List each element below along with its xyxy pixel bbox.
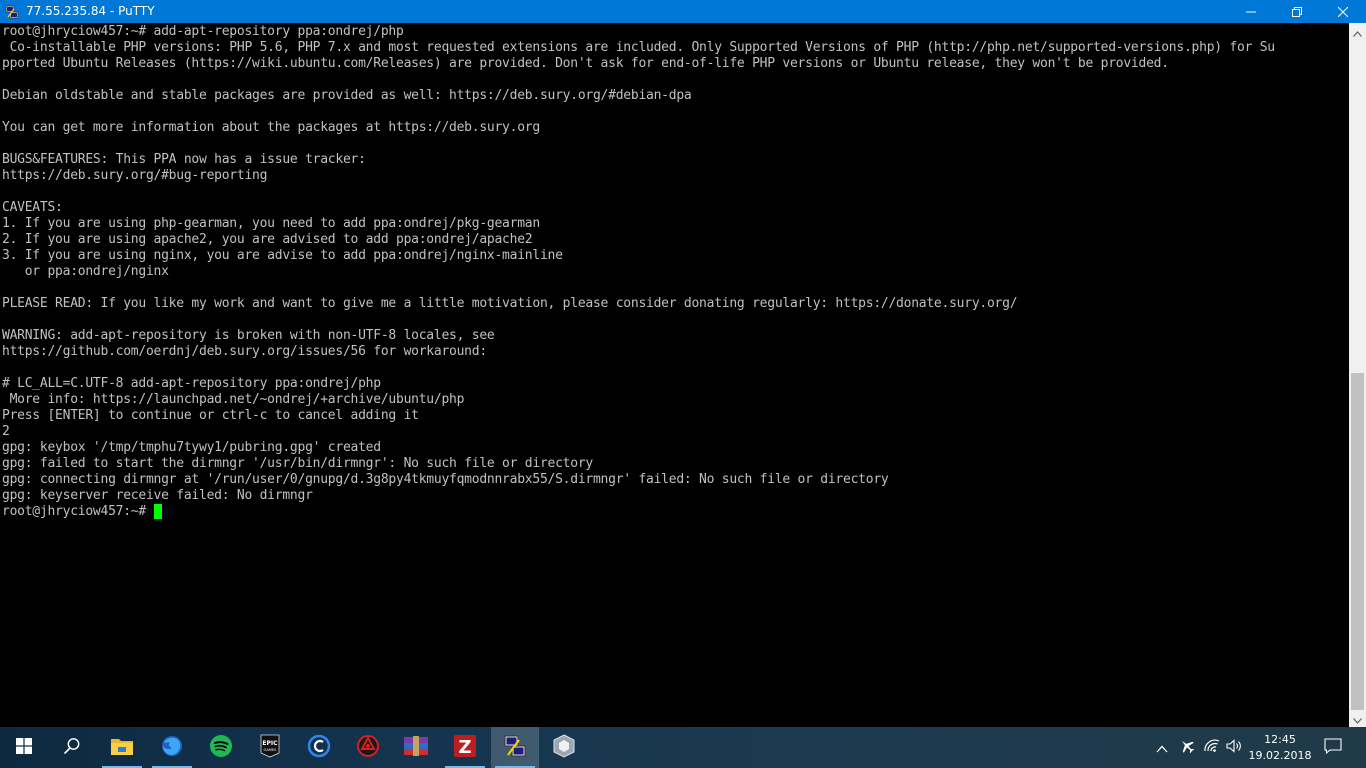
scroll-up-button[interactable]	[1349, 23, 1366, 40]
tray-network[interactable]	[1200, 727, 1224, 768]
terminal-line: You can get more information about the p…	[2, 120, 540, 135]
terminal-line: 2	[2, 424, 10, 439]
ccleaner-icon	[307, 734, 331, 762]
taskbar-firefox[interactable]	[148, 727, 196, 768]
spotify-icon	[209, 734, 233, 762]
terminal-line: pported Ubuntu Releases (https://wiki.ub…	[2, 56, 1169, 71]
terminal-line: gpg: connecting dirmngr at '/run/user/0/…	[2, 472, 889, 487]
putty-icon	[503, 734, 527, 762]
epic-games-icon: EPIC GAMES	[260, 734, 280, 762]
windows-start-icon	[16, 737, 32, 758]
terminal-line: gpg: keyserver receive failed: No dirmng…	[2, 488, 313, 503]
taskbar-epic-games[interactable]: EPIC GAMES	[246, 727, 294, 768]
terminal-line: WARNING: add-apt-repository is broken wi…	[2, 328, 495, 343]
putty-icon[interactable]	[4, 4, 20, 20]
terminal-line: Co-installable PHP versions: PHP 5.6, PH…	[2, 40, 1275, 55]
clock-time: 12:45	[1264, 733, 1296, 746]
terminal-cursor	[153, 504, 162, 519]
taskbar-filezilla[interactable]: Z	[441, 727, 489, 768]
chevron-up-icon	[1353, 22, 1362, 41]
terminal-line: Press [ENTER] to continue or ctrl-c to c…	[2, 408, 419, 423]
antivirus-icon	[356, 734, 380, 762]
terminal-line: https://deb.sury.org/#bug-reporting	[2, 168, 268, 183]
window-title: 77.55.235.84 - PuTTY	[26, 4, 155, 18]
close-icon	[1337, 2, 1349, 21]
terminal-line: https://github.com/oerdnj/deb.sury.org/i…	[2, 344, 487, 359]
terminal-line: PLEASE READ: If you like my work and wan…	[2, 296, 1018, 311]
scrollbar-thumb[interactable]	[1351, 373, 1364, 710]
taskbar-clock[interactable]: 12:45 19.02.2018	[1246, 727, 1314, 768]
terminal-line: 3. If you are using nginx, you are advis…	[2, 248, 563, 263]
tray-volume[interactable]	[1224, 727, 1246, 768]
wifi-icon	[1203, 738, 1221, 757]
minimize-button[interactable]	[1228, 0, 1274, 23]
chevron-up-icon	[1156, 738, 1168, 757]
search-icon	[63, 737, 81, 759]
restore-button[interactable]	[1274, 0, 1320, 23]
start-button[interactable]	[0, 727, 48, 768]
volume-icon	[1226, 738, 1244, 757]
chevron-down-icon	[1353, 709, 1362, 728]
taskbar-spotify[interactable]	[197, 727, 245, 768]
terminal-line: 1. If you are using php-gearman, you nee…	[2, 216, 540, 231]
airplane-mode-icon	[1179, 738, 1195, 758]
terminal-line: or ppa:ondrej/nginx	[2, 264, 169, 279]
terminal-line: BUGS&FEATURES: This PPA now has a issue …	[2, 152, 366, 167]
close-button[interactable]	[1320, 0, 1366, 23]
terminal-line: More info: https://launchpad.net/~ondrej…	[2, 392, 465, 407]
terminal-prompt-line: root@jhryciow457:~#	[2, 504, 1275, 520]
action-center-button[interactable]	[1318, 727, 1348, 768]
show-hidden-icons-button[interactable]	[1152, 727, 1172, 768]
terminal-line: 2. If you are using apache2, you are adv…	[2, 232, 533, 247]
window-titlebar[interactable]: 77.55.235.84 - PuTTY	[0, 0, 1366, 23]
terminal-line: root@jhryciow457:~# add-apt-repository p…	[2, 24, 404, 39]
notifications-icon	[1324, 737, 1342, 758]
taskbar-putty[interactable]	[491, 727, 539, 768]
firefox-icon	[160, 734, 184, 762]
taskbar-file-explorer[interactable]	[98, 727, 146, 768]
file-explorer-icon	[110, 736, 134, 760]
terminal-prompt: root@jhryciow457:~#	[2, 504, 146, 519]
clock-date: 19.02.2018	[1248, 749, 1312, 762]
taskbar-virtualbox[interactable]	[540, 727, 588, 768]
search-button[interactable]	[48, 727, 96, 768]
taskbar-antivirus[interactable]	[344, 727, 392, 768]
filezilla-icon: Z	[453, 734, 477, 762]
terminal-lines: root@jhryciow457:~# add-apt-repository p…	[2, 24, 1275, 520]
terminal-line: Debian oldstable and stable packages are…	[2, 88, 692, 103]
terminal-line: # LC_ALL=C.UTF-8 add-apt-repository ppa:…	[2, 376, 381, 391]
tray-airplane-mode[interactable]	[1176, 727, 1198, 768]
terminal-line: gpg: failed to start the dirmngr '/usr/b…	[2, 456, 593, 471]
scroll-down-button[interactable]	[1349, 710, 1366, 727]
winrar-icon	[403, 735, 429, 761]
terminal-output[interactable]: root@jhryciow457:~# add-apt-repository p…	[0, 23, 1349, 727]
svg-text:EPIC: EPIC	[262, 740, 278, 747]
taskbar: EPIC GAMES Z 12:45 19.02.2018	[0, 727, 1366, 768]
minimize-icon	[1246, 2, 1256, 21]
restore-icon	[1292, 2, 1302, 21]
terminal-scrollbar[interactable]	[1349, 23, 1366, 727]
taskbar-winrar[interactable]	[392, 727, 440, 768]
terminal-line: gpg: keybox '/tmp/tmphu7tywy1/pubring.gp…	[2, 440, 381, 455]
svg-text:GAMES: GAMES	[264, 748, 278, 752]
taskbar-ccleaner[interactable]	[295, 727, 343, 768]
svg-text:Z: Z	[458, 737, 471, 758]
virtualbox-icon	[553, 733, 575, 762]
terminal-line: CAVEATS:	[2, 200, 63, 215]
